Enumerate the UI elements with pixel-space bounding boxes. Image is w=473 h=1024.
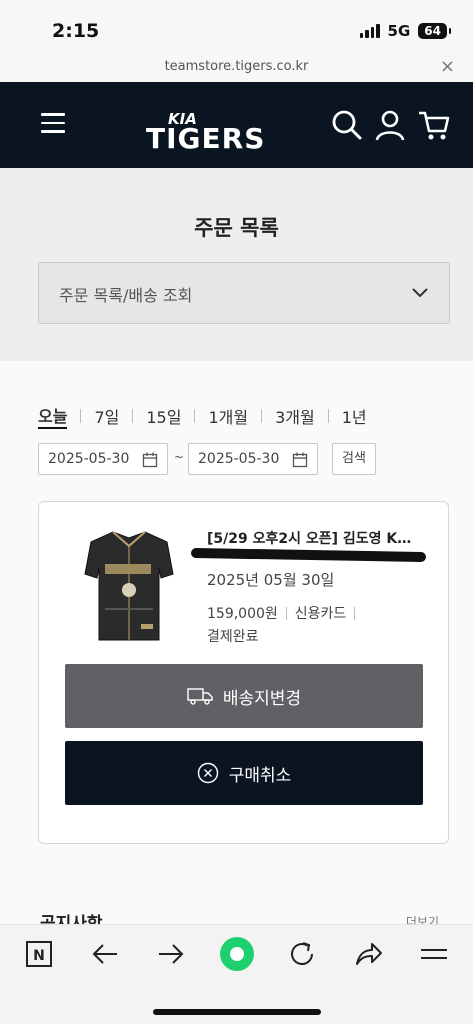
tab-3-months[interactable]: 3개월 (275, 404, 315, 428)
calendar-icon (142, 452, 158, 468)
end-date-value: 2025-05-30 (198, 451, 280, 467)
share-icon[interactable] (353, 939, 383, 969)
close-icon[interactable]: × (440, 56, 455, 77)
start-date-value: 2025-05-30 (48, 451, 130, 467)
tab-today[interactable]: 오늘 (38, 403, 68, 429)
status-time: 2:15 (52, 20, 100, 42)
status-bar: 2:15 5G 64 (0, 0, 473, 56)
order-status: 결제완료 (207, 629, 259, 645)
reload-icon[interactable] (287, 939, 317, 969)
title-area: 주문 목록 주문 목록/배송 조회 (0, 168, 473, 361)
page-title: 주문 목록 (194, 216, 279, 240)
divider (194, 409, 196, 423)
tab-1-year[interactable]: 1년 (342, 404, 367, 428)
search-icon[interactable] (330, 108, 364, 142)
calendar-icon (292, 452, 308, 468)
home-indicator (153, 1009, 321, 1015)
select-value: 주문 목록/배송 조회 (59, 286, 193, 305)
divider (354, 606, 356, 620)
cancel-purchase-button[interactable]: 구매취소 (65, 741, 423, 805)
divider (80, 409, 82, 423)
change-address-button[interactable]: 배송지변경 (65, 664, 423, 728)
change-address-label: 배송지변경 (222, 688, 302, 709)
divider (132, 409, 134, 423)
end-date-input[interactable]: 2025-05-30 (188, 443, 318, 475)
divider (285, 606, 287, 620)
menu-icon[interactable] (41, 113, 65, 135)
order-price: 159,000원 (207, 606, 278, 622)
period-tabs: 오늘 7일 15일 1개월 3개월 1년 (38, 403, 367, 429)
payment-method: 신용카드 (294, 606, 347, 622)
naver-n-icon[interactable]: N (24, 939, 54, 969)
divider (327, 409, 329, 423)
forward-arrow-icon[interactable] (156, 939, 186, 969)
svg-text:TIGERS: TIGERS (146, 122, 265, 154)
divider (261, 409, 263, 423)
order-date: 2025년 05월 30일 (207, 571, 335, 589)
tab-7-days[interactable]: 7일 (94, 404, 119, 428)
back-arrow-icon[interactable] (90, 939, 120, 969)
user-icon[interactable] (373, 108, 407, 142)
cart-icon[interactable] (417, 108, 451, 142)
start-date-input[interactable]: 2025-05-30 (38, 443, 168, 475)
url-text[interactable]: teamstore.tigers.co.kr (0, 59, 473, 74)
menu-lines-icon[interactable] (419, 939, 449, 969)
redaction-mark (190, 547, 427, 563)
chevron-down-icon (412, 288, 428, 298)
search-button[interactable]: 검색 (332, 443, 376, 475)
browser-toolbar: N (0, 924, 473, 1024)
truck-icon (187, 688, 213, 705)
payment-info: 159,000원 신용카드 (207, 603, 363, 623)
order-card: [5/29 오후2시 오픈] 김도영 K… 2025년 05월 30일 159,… (38, 501, 449, 844)
tab-15-days[interactable]: 15일 (146, 404, 181, 428)
product-name[interactable]: [5/29 오후2시 오픈] 김도영 K… (207, 528, 432, 548)
date-range-separator: ~ (174, 450, 185, 464)
tab-1-month[interactable]: 1개월 (208, 404, 248, 428)
status-indicators: 5G 64 (359, 22, 451, 40)
order-content: 오늘 7일 15일 1개월 3개월 1년 2025-05-30 ~ 2025-0… (0, 361, 473, 934)
cancel-circle-icon (197, 762, 218, 784)
green-dot-icon[interactable] (218, 935, 256, 973)
signal-icon (359, 24, 380, 38)
svg-text:N: N (33, 948, 45, 964)
network-type: 5G (387, 22, 411, 40)
cancel-purchase-label: 구매취소 (228, 765, 292, 786)
product-jersey-image[interactable] (83, 528, 175, 646)
order-menu-select[interactable]: 주문 목록/배송 조회 (38, 262, 450, 324)
url-bar: teamstore.tigers.co.kr × (0, 52, 473, 82)
tigers-logo[interactable]: KIA TIGERS (146, 100, 296, 154)
battery-icon: 64 (418, 23, 451, 39)
site-header: KIA TIGERS (0, 82, 473, 168)
